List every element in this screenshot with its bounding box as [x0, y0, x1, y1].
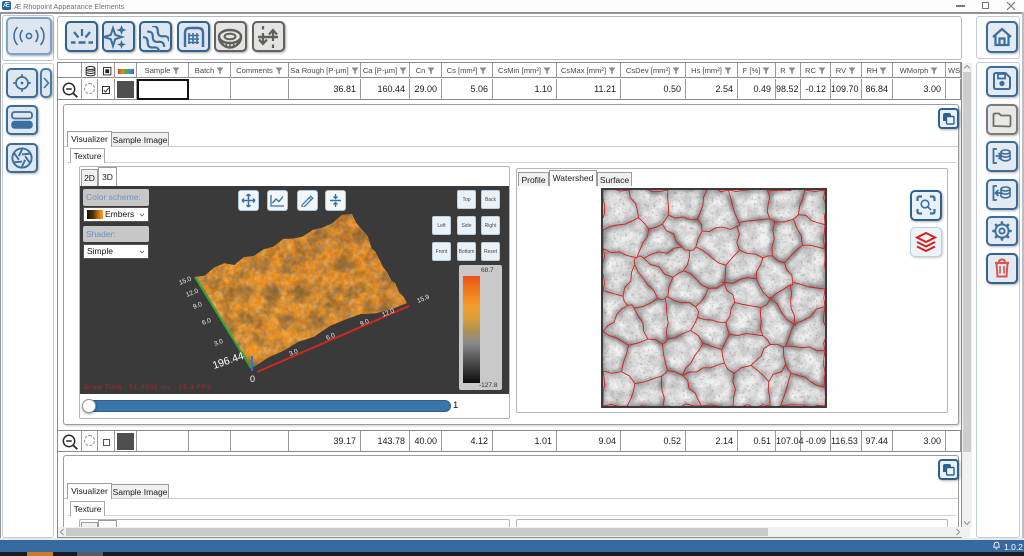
svg-text:12.0: 12.0 — [185, 287, 200, 298]
svg-text:15.9: 15.9 — [416, 293, 431, 304]
svg-text:196.44: 196.44 — [211, 350, 245, 372]
svg-text:3.0: 3.0 — [213, 338, 224, 348]
svg-text:6.0: 6.0 — [325, 332, 336, 342]
svg-text:Draw Time : 51.9502 ms - 19.: Draw Time : 51.9502 ms - 19.3 FPS — [84, 384, 212, 391]
svg-text:0: 0 — [250, 374, 255, 384]
svg-text:6.0: 6.0 — [201, 317, 212, 327]
svg-text:3.0: 3.0 — [288, 348, 299, 358]
svg-text:15.0: 15.0 — [178, 275, 193, 286]
svg-text:9.0: 9.0 — [192, 301, 203, 311]
svg-text:9.0: 9.0 — [359, 318, 370, 328]
